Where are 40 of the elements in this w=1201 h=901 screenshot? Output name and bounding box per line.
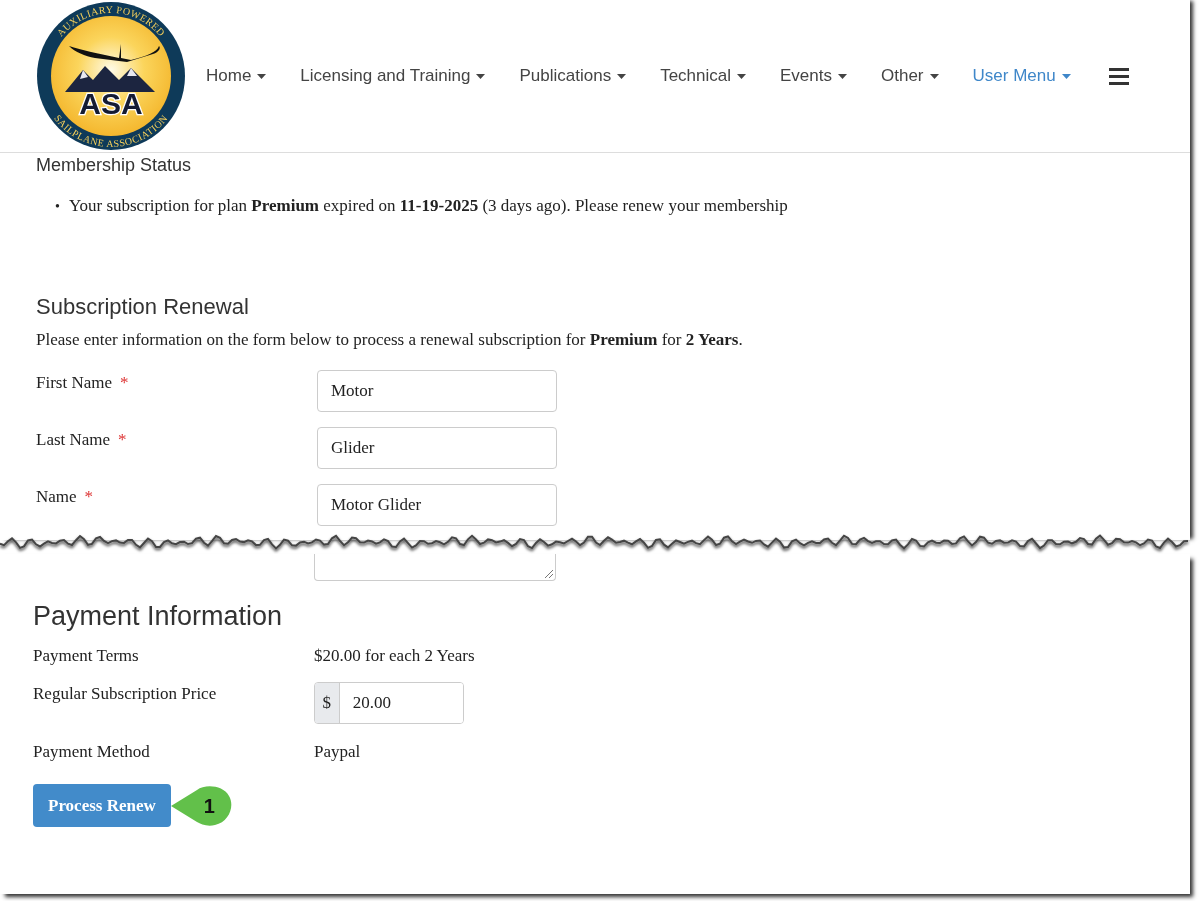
caret-icon: [476, 73, 486, 79]
section-heading: Subscription Renewal: [36, 294, 249, 320]
nav-link[interactable]: Home: [206, 66, 267, 86]
field-label: Regular Subscription Price: [33, 683, 218, 704]
section-heading: Membership Status: [36, 155, 192, 176]
intro-text: Please enter information on the form below to process a renewal subscription for Premium for 2 Years.: [36, 330, 744, 350]
field-value: $20.00 for each 2 Years: [314, 645, 475, 666]
input-field[interactable]: Motor: [317, 370, 557, 412]
list-bullet: •: [55, 199, 60, 215]
input-field[interactable]: Glider: [317, 427, 557, 469]
field-label: First Name: [36, 373, 113, 393]
required-mark: *: [84, 487, 94, 507]
field-label: Payment Terms: [33, 645, 140, 666]
field-label: Name: [36, 487, 77, 507]
nav-link[interactable]: Events: [780, 66, 847, 86]
price-field[interactable]: $ 20.00: [314, 682, 464, 724]
field-label: Last Name: [36, 430, 111, 450]
menu-icon[interactable]: [1108, 67, 1129, 85]
caret-icon: [838, 73, 847, 79]
required-mark: *: [120, 373, 129, 393]
caret-icon: [257, 73, 267, 79]
nav-link[interactable]: Publications: [519, 66, 627, 86]
status-message: Your subscription for plan Premium expired on 11-19-2025 (3 days ago). Please renew your membership: [68, 196, 788, 216]
section-heading: Payment Information: [33, 601, 283, 632]
process-renew-button[interactable]: Process Renew: [33, 784, 171, 827]
required-mark: *: [118, 430, 127, 450]
caret-icon: [737, 73, 747, 79]
callout-badge: [170, 785, 233, 826]
callout-number: 1: [203, 794, 215, 818]
caret-icon: [929, 73, 939, 79]
field-label: Payment Method: [33, 741, 151, 762]
field-value: Paypal: [314, 741, 361, 762]
input-field[interactable]: Motor Glider: [317, 484, 557, 526]
nav-link[interactable]: Technical: [660, 66, 747, 86]
nav-link[interactable]: Other: [881, 66, 939, 86]
caret-icon: [617, 73, 627, 79]
caret-icon: [1061, 73, 1071, 79]
nav-link[interactable]: User Menu: [972, 66, 1071, 86]
resize-handle-icon[interactable]: [544, 569, 553, 578]
nav-link[interactable]: Licensing and Training: [300, 66, 486, 86]
